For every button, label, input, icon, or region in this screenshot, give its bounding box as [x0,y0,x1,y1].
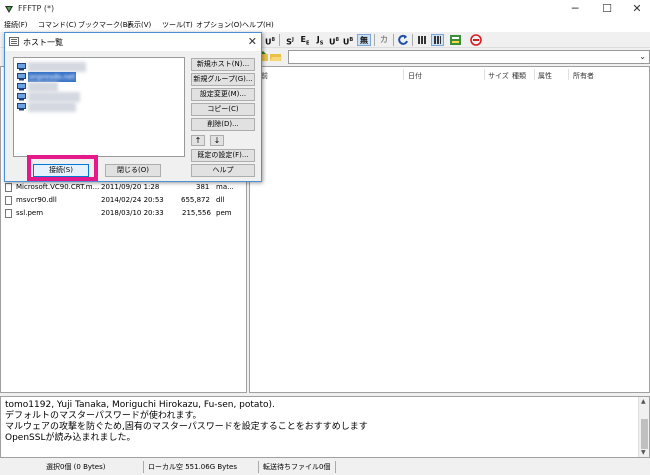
column-header-name[interactable]: 前 [261,71,268,81]
host-name [28,92,80,102]
remote-path-combo[interactable]: ⌄ [288,50,650,64]
computer-icon [17,63,26,71]
minimize-button[interactable]: ─ [560,0,590,18]
log-line: tomo1192, Yuji Tanaka, Moriguchi Hirokaz… [5,400,275,410]
new-host-button[interactable]: 新規ホスト(N)... [191,58,255,71]
scroll-thumb[interactable] [641,419,648,449]
file-icon [5,196,12,205]
host-name [28,102,76,112]
menu-help[interactable]: ヘルプ(H) [242,20,274,30]
column-header-type[interactable]: 種類 [512,71,526,81]
column-divider [403,69,404,80]
host-name [28,82,58,92]
host-item[interactable] [16,92,184,102]
menu-tools[interactable]: ツール(T) [162,20,193,30]
column-header-attr[interactable]: 属性 [538,71,552,81]
toolbar-upload-button[interactable]: U8 [264,34,276,47]
detail-view-icon[interactable] [431,34,444,46]
status-queue: 転送待ちファイル0個 [263,463,331,471]
help-button[interactable]: ヘルプ [191,164,255,177]
toolbar-separator [374,34,375,46]
status-divider [143,461,144,473]
window-title: FFFTP (*) [18,4,55,13]
close-window-button[interactable]: ✕ [622,0,650,18]
title-bar: FFFTP (*) ─ ☐ ✕ [0,0,650,18]
new-group-button[interactable]: 新規グループ(G)... [191,73,255,86]
toolbar-jis-button[interactable]: JS [314,34,326,47]
move-up-button[interactable]: ↑ [191,135,205,146]
chevron-down-icon[interactable]: ⌄ [639,52,646,61]
host-item-selected[interactable]: onpresdo.net [16,72,184,82]
toolbar-separator [279,34,280,46]
default-settings-button[interactable]: 既定の設定(F)... [191,149,255,162]
toolbar-separator [412,34,413,46]
stop-icon[interactable] [470,34,482,46]
remote-path-bar: ⌄ [248,50,650,64]
delete-host-button[interactable]: 削除(D)... [191,118,255,131]
computer-icon [17,103,26,111]
host-item[interactable] [16,102,184,112]
menu-command[interactable]: コマンド(C) [38,20,76,30]
sync-icon[interactable] [449,34,462,46]
host-name [28,62,86,72]
refresh-icon[interactable] [397,34,409,46]
table-row[interactable]: Microsoft.VC90.CRT.m... 2011/09/20 1:28 … [3,182,243,194]
list-view-icon[interactable] [416,34,428,46]
toolbar-utf8bom-button[interactable]: UB [342,34,354,47]
host-item[interactable] [16,82,184,92]
menu-bar: 接続(F) コマンド(C) ブックマーク(B) 表示(V) ツール(T) オプシ… [0,18,650,32]
status-divider [258,461,259,473]
log-scrollbar[interactable]: ▲ ▼ [638,397,649,457]
toolbar-utf8-button[interactable]: U8 [328,34,340,47]
close-icon[interactable]: ✕ [248,35,257,48]
remote-open-folder-icon[interactable] [270,51,282,62]
dialog-title-bar: ホスト一覧 ✕ [5,33,261,51]
toolbar-sjis-button[interactable]: SJ [284,34,296,47]
copy-host-button[interactable]: コピー(C) [191,103,255,116]
move-down-button[interactable]: ↓ [210,135,224,146]
edit-host-button[interactable]: 設定変更(M)... [191,88,255,101]
host-list-icon [9,37,19,46]
menu-view[interactable]: 表示(V) [127,20,151,30]
status-selected: 選択0個 (0 Bytes) [46,463,106,471]
table-row[interactable]: msvcr90.dll 2014/02/24 20:53 655,872 dll [3,195,243,207]
computer-icon [17,83,26,91]
menu-options[interactable]: オプション(O) [196,20,242,30]
column-header-date[interactable]: 日付 [408,71,422,81]
toolbar-no-conversion-button[interactable]: 無 [357,34,371,46]
computer-icon [17,73,26,81]
connect-button-highlight [27,155,98,181]
log-line: マルウェアの攻撃を防ぐため,固有のマスターパスワードを設定することをおすすめしま… [5,422,368,432]
column-header-size[interactable]: サイズ [488,71,509,81]
menu-connect[interactable]: 接続(F) [4,20,28,30]
log-line: OpenSSLが読み込まれました。 [5,433,136,443]
toolbar-euc-button[interactable]: EE [299,34,311,47]
file-icon [5,183,12,192]
log-pane[interactable]: tomo1192, Yuji Tanaka, Moriguchi Hirokaz… [0,396,650,458]
dialog-title: ホスト一覧 [23,38,63,47]
toolbar-kana-button[interactable]: カ [378,34,390,46]
column-divider [484,69,485,80]
remote-file-list[interactable]: 前 日付 サイズ 種類 属性 所有者 [249,66,650,393]
ffftp-app-icon [5,6,13,13]
maximize-button[interactable]: ☐ [592,0,622,18]
column-divider [568,69,569,80]
host-list[interactable]: onpresdo.net [13,57,185,157]
status-divider [335,461,336,473]
column-divider [534,69,535,80]
host-name: onpresdo.net [28,72,77,82]
status-bar: 選択0個 (0 Bytes) ローカル空 551.06G Bytes 転送待ちフ… [0,459,650,475]
column-header-owner[interactable]: 所有者 [573,71,594,81]
file-icon [5,209,12,218]
scroll-up-icon[interactable]: ▲ [641,398,646,405]
host-item[interactable] [16,62,184,72]
close-button[interactable]: 閉じる(O) [105,164,161,177]
toolbar-separator [393,34,394,46]
log-line: デフォルトのマスターパスワードが使われます。 [5,411,202,421]
scroll-down-icon[interactable]: ▼ [641,449,646,456]
menu-bookmark[interactable]: ブックマーク(B) [78,20,130,30]
table-row[interactable]: ssl.pem 2018/03/10 20:33 215,556 pem [3,208,243,220]
status-local-free: ローカル空 551.06G Bytes [148,463,238,471]
computer-icon [17,93,26,101]
